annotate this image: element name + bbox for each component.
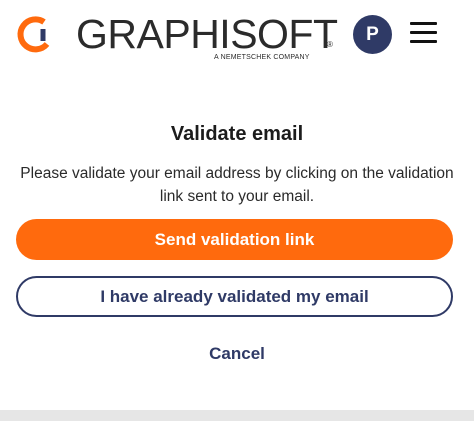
validation-message: Please validate your email address by cl…: [20, 165, 454, 205]
menu-bar-top: [410, 22, 437, 25]
page-title: Validate email: [170, 123, 304, 145]
cancel-link[interactable]: Cancel: [0, 342, 474, 366]
already-validated-button[interactable]: I have already validated my email: [16, 276, 453, 317]
footer-strip: [0, 410, 474, 421]
graphisoft-mark-icon: [17, 16, 50, 53]
validate-email-page: GRAPHISOFT ® A NEMETSCHEK COMPANY P Vali…: [0, 0, 474, 421]
menu-bar-bottom: [410, 40, 437, 43]
registered-mark: ®: [327, 40, 333, 49]
user-avatar[interactable]: P: [353, 15, 392, 54]
brand-name: GRAPHISOFT: [76, 11, 338, 57]
hamburger-menu-icon[interactable]: [410, 22, 438, 44]
brand-tagline: A NEMETSCHEK COMPANY: [214, 54, 310, 61]
header: GRAPHISOFT ® A NEMETSCHEK COMPANY P: [0, 0, 474, 72]
graphisoft-logo[interactable]: GRAPHISOFT ® A NEMETSCHEK COMPANY: [14, 11, 340, 64]
menu-bar-middle: [410, 31, 437, 34]
avatar-initial: P: [366, 24, 379, 45]
send-validation-link-button[interactable]: Send validation link: [16, 219, 453, 260]
